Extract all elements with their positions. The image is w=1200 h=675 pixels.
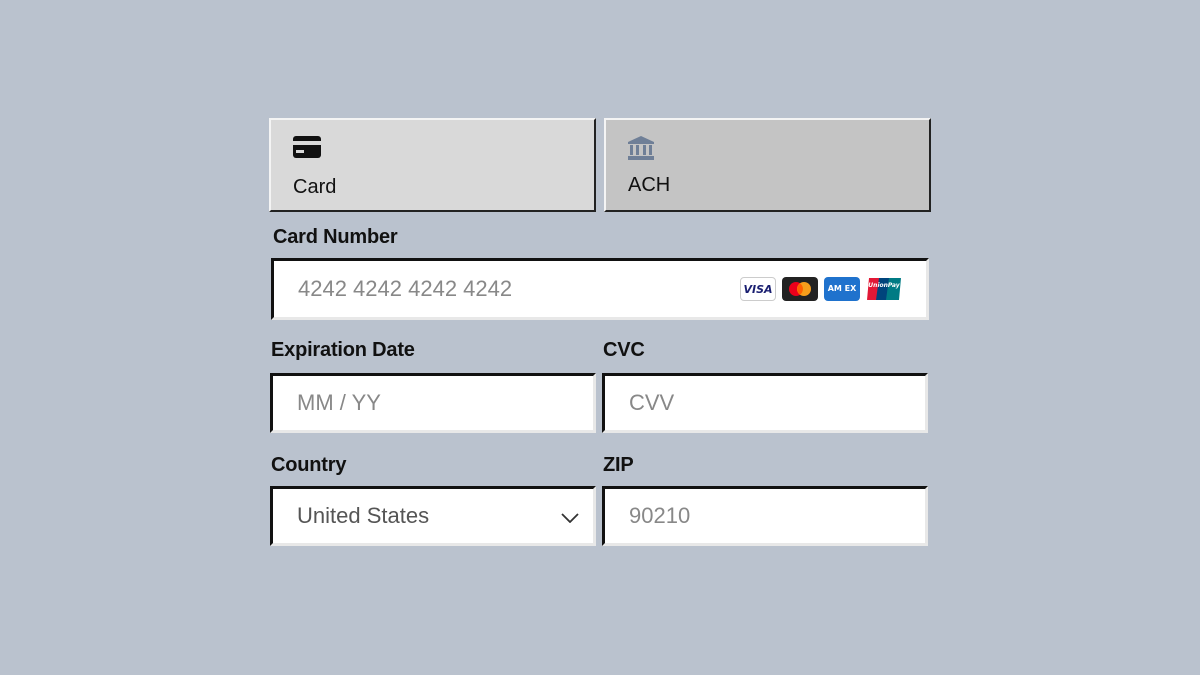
tab-ach-label: ACH [628, 174, 671, 196]
cvc-field[interactable] [602, 373, 928, 433]
chevron-down-icon [561, 503, 579, 529]
amex-icon: AM EX [824, 277, 860, 301]
visa-icon: VISA [740, 277, 776, 301]
country-label: Country [271, 454, 347, 476]
tab-ach[interactable]: ACH [604, 118, 931, 212]
country-value: United States [297, 503, 430, 528]
credit-card-icon [293, 136, 321, 163]
payment-form: Card ACH Card Number VISA [269, 118, 931, 546]
svg-text:UnionPay: UnionPay [868, 282, 900, 289]
expiration-label: Expiration Date [271, 339, 415, 361]
zip-field[interactable] [602, 486, 928, 546]
cvc-label: CVC [603, 339, 645, 361]
card-number-field[interactable]: VISA AM EX UnionPay [271, 258, 929, 320]
zip-input[interactable] [629, 503, 909, 529]
mastercard-icon [782, 277, 818, 301]
card-brands: VISA AM EX UnionPay [740, 277, 902, 301]
card-number-input[interactable] [298, 276, 698, 302]
payment-method-tabs: Card ACH [269, 118, 931, 212]
country-select[interactable]: United States [270, 486, 596, 546]
unionpay-icon: UnionPay [866, 277, 902, 301]
zip-label: ZIP [603, 454, 634, 476]
cvc-input[interactable] [629, 390, 909, 416]
tab-card-label: Card [293, 176, 337, 198]
bank-icon [628, 136, 654, 165]
expiration-input[interactable] [297, 390, 577, 416]
card-number-label: Card Number [273, 226, 398, 248]
expiration-field[interactable] [270, 373, 596, 433]
tab-card[interactable]: Card [269, 118, 596, 212]
